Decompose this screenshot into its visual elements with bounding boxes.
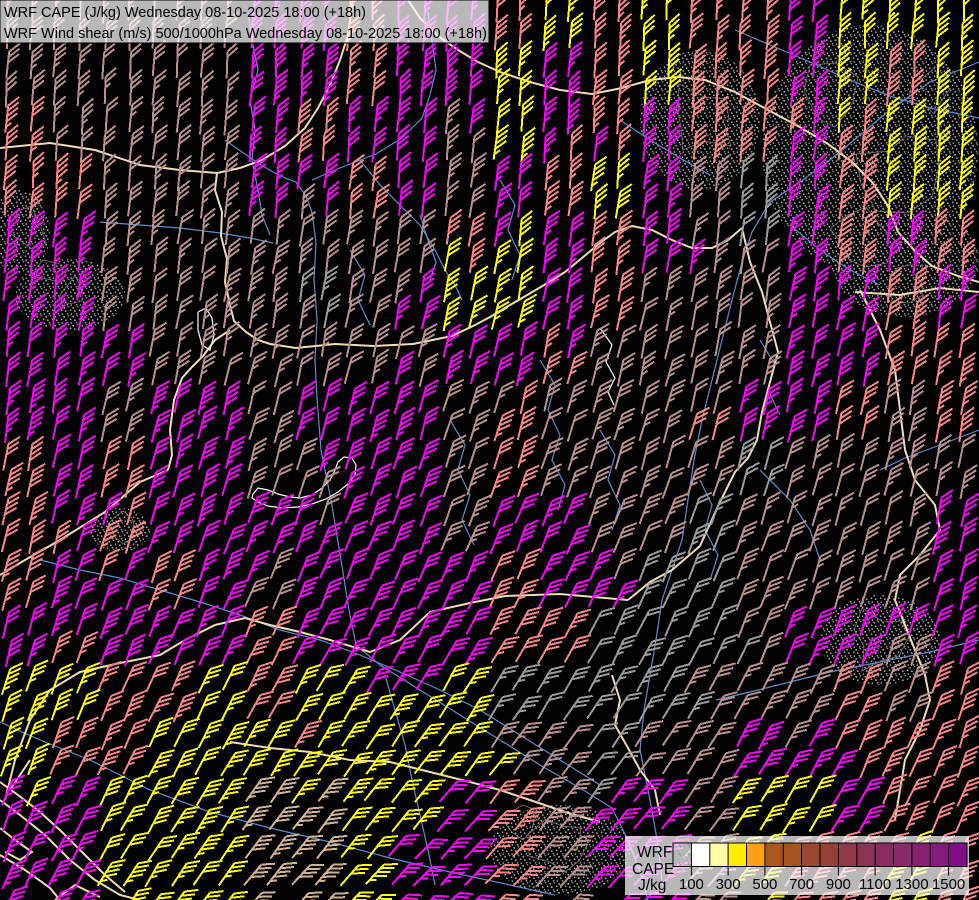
svg-text:1100: 1100 <box>859 876 891 893</box>
svg-text:1300: 1300 <box>895 876 928 893</box>
svg-text:500: 500 <box>752 876 777 893</box>
svg-text:WRF: WRF <box>637 844 672 861</box>
svg-text:1500: 1500 <box>932 876 965 893</box>
svg-text:WRF CAPE (J/kg) Wednesday 08-1: WRF CAPE (J/kg) Wednesday 08-10-2025 18:… <box>4 5 366 21</box>
svg-text:100: 100 <box>679 876 704 893</box>
svg-text:900: 900 <box>826 876 851 893</box>
svg-text:J/kg: J/kg <box>638 877 666 894</box>
svg-text:WRF Wind shear (m/s) 500/1000h: WRF Wind shear (m/s) 500/1000hPa Wednesd… <box>4 26 487 42</box>
svg-text:CAPE: CAPE <box>632 861 674 878</box>
svg-text:300: 300 <box>716 876 741 893</box>
svg-text:700: 700 <box>789 876 814 893</box>
